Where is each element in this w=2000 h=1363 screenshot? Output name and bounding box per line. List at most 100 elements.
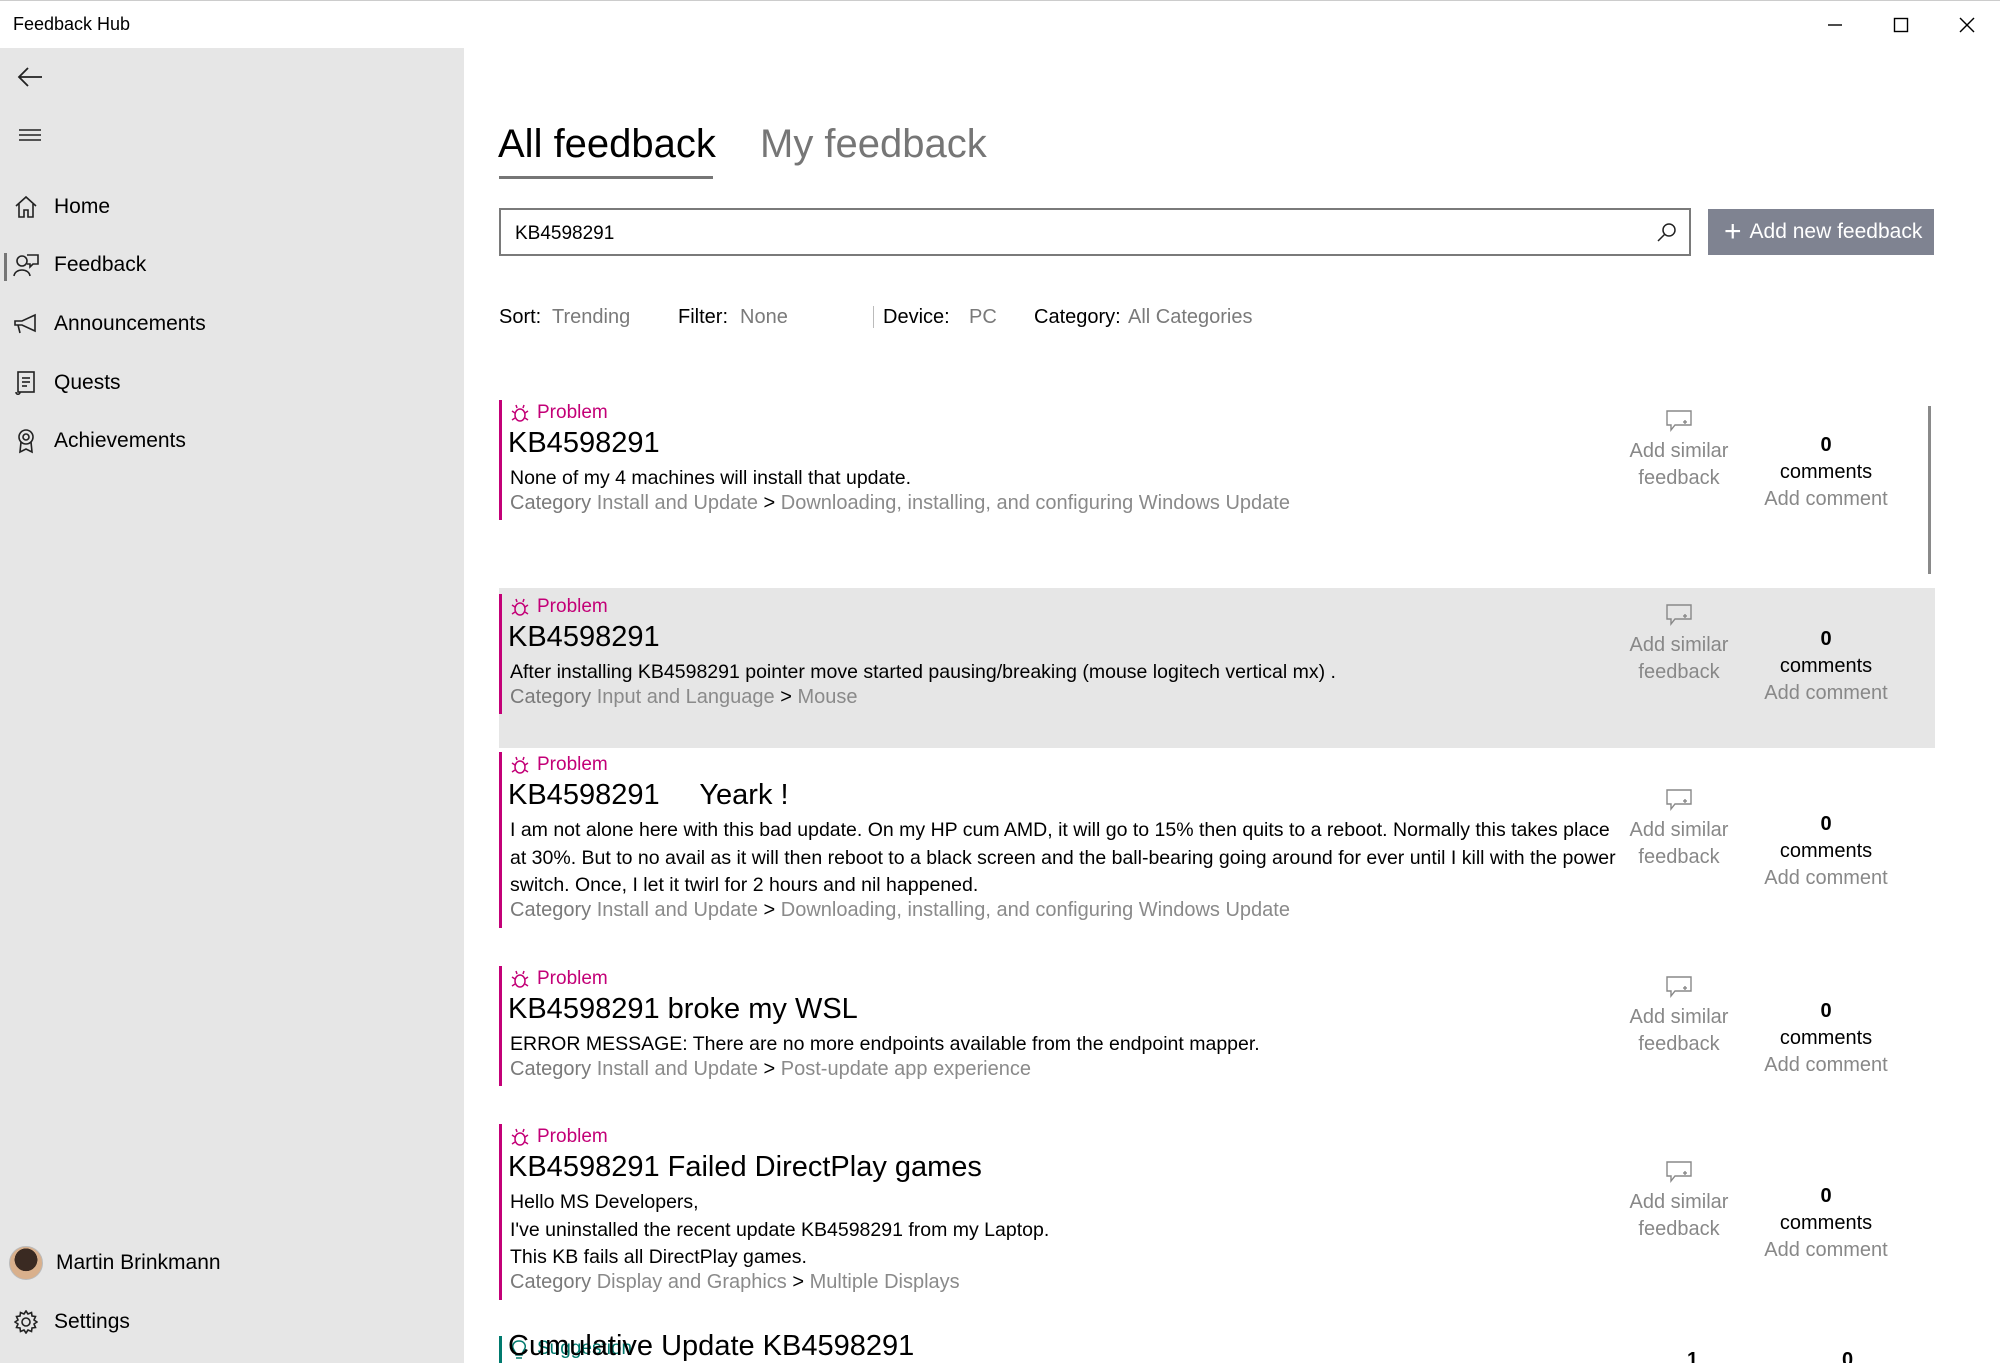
hamburger-icon <box>19 129 41 141</box>
comments-block: 0 comments Add comment <box>1756 998 1896 1079</box>
type-indicator-bar <box>499 966 502 1086</box>
hamburger-menu-button[interactable] <box>0 107 60 163</box>
feedback-type: Problem <box>537 1126 608 1147</box>
tab-all-feedback[interactable]: All feedback <box>498 122 716 167</box>
feedback-category: Category Install and Update > Post-updat… <box>510 1058 1031 1081</box>
category-label: Category: <box>1034 306 1121 328</box>
comment-plus-icon <box>1666 1161 1692 1183</box>
bug-icon <box>511 404 529 429</box>
feedback-item[interactable]: Problem KB4598291 Failed DirectPlay game… <box>499 1118 1935 1332</box>
category-label: Category <box>510 492 592 514</box>
sidebar: Home Feedback Announcements Quests Achie… <box>0 48 464 1363</box>
feedback-body-line: This KB fails all DirectPlay games. <box>510 1246 807 1268</box>
add-similar-feedback-button[interactable]: Add similar feedback <box>1609 789 1749 871</box>
category-link[interactable]: Display and Graphics <box>597 1271 787 1293</box>
category-dropdown[interactable]: All Categories <box>1128 306 1253 329</box>
category-link[interactable]: Install and Update <box>597 899 758 921</box>
comments-count: 0 <box>1820 1000 1832 1022</box>
add-comment-link[interactable]: Add comment <box>1756 1052 1896 1079</box>
type-indicator-bar <box>499 400 502 520</box>
category-link[interactable]: Input and Language <box>597 686 775 708</box>
add-similar-label: Add similar feedback <box>1629 1006 1729 1055</box>
add-comment-link[interactable]: Add comment <box>1756 680 1896 707</box>
feedback-category: Category Input and Language > Mouse <box>510 686 858 709</box>
comments-block: 0 comments Add comment <box>1756 1183 1896 1264</box>
category-label: Category <box>510 1271 592 1293</box>
subcategory-link[interactable]: Post-update app experience <box>781 1058 1031 1080</box>
comments-count: 0 <box>1842 1349 1854 1363</box>
sidebar-item-quests[interactable]: Quests <box>0 355 464 411</box>
add-similar-feedback-button[interactable]: Add similar feedback <box>1609 1161 1749 1243</box>
sort-label: Sort: <box>499 306 542 328</box>
maximize-button[interactable] <box>1868 1 1934 49</box>
add-comment-link[interactable]: Add comment <box>1756 1237 1896 1264</box>
add-new-feedback-button[interactable]: + Add new feedback <box>1708 209 1934 255</box>
category-label: Category <box>510 899 592 921</box>
category-link[interactable]: Install and Update <box>597 1058 758 1080</box>
sidebar-item-label: Quests <box>54 371 121 394</box>
add-comment-link[interactable]: Add comment <box>1756 865 1896 892</box>
maximize-icon <box>1893 17 1909 33</box>
add-new-feedback-label: Add new feedback <box>1749 220 1923 243</box>
user-profile[interactable]: Martin Brinkmann <box>0 1235 464 1291</box>
feedback-item[interactable]: Problem KB4598291 Yeark ! I am not alone… <box>499 746 1935 956</box>
feedback-icon <box>0 237 52 293</box>
feedback-title[interactable]: Cumulative Update KB4598291 <box>508 1330 914 1363</box>
sort-dropdown[interactable]: Trending <box>552 306 630 329</box>
close-button[interactable] <box>1934 1 2000 49</box>
sidebar-item-achievements[interactable]: Achievements <box>0 413 464 469</box>
add-similar-feedback-button[interactable]: Add similar feedback <box>1609 604 1749 686</box>
minimize-button[interactable] <box>1802 1 1868 49</box>
feedback-body-line: Hello MS Developers, <box>510 1191 699 1213</box>
add-similar-feedback-button[interactable]: Add similar feedback <box>1609 976 1749 1058</box>
feedback-type: Problem <box>537 968 608 989</box>
sidebar-item-label: Feedback <box>54 253 147 276</box>
search-box[interactable]: KB4598291 <box>499 208 1691 256</box>
feedback-item[interactable]: Problem KB4598291 None of my 4 machines … <box>499 394 1935 552</box>
feedback-title[interactable]: KB4598291 broke my WSL <box>508 993 858 1026</box>
feedback-title[interactable]: KB4598291 Yeark ! <box>508 779 789 812</box>
subcategory-link[interactable]: Downloading, installing, and configuring… <box>781 899 1290 921</box>
category-separator: > <box>763 492 776 514</box>
device-dropdown[interactable]: PC <box>969 306 997 329</box>
add-similar-feedback-button[interactable]: Add similar feedback <box>1609 410 1749 492</box>
upvote-count: 1 <box>1687 1349 1699 1363</box>
subcategory-link[interactable]: Multiple Displays <box>810 1271 960 1293</box>
back-button[interactable] <box>0 49 60 105</box>
add-similar-label: Add similar feedback <box>1629 819 1729 868</box>
sidebar-item-label: Home <box>54 195 111 218</box>
add-comment-link[interactable]: Add comment <box>1756 486 1896 513</box>
feedback-title[interactable]: KB4598291 <box>508 621 660 654</box>
megaphone-icon <box>0 296 52 352</box>
window-title: Feedback Hub <box>13 14 131 34</box>
medal-icon <box>0 413 52 469</box>
category-separator: > <box>792 1271 805 1293</box>
feedback-category: Category Install and Update > Downloadin… <box>510 899 1290 922</box>
scrollbar-thumb[interactable] <box>1928 406 1931 574</box>
sidebar-item-label: Achievements <box>54 429 186 452</box>
feedback-item[interactable]: Problem KB4598291 After installing KB459… <box>499 588 1935 748</box>
bug-icon <box>511 756 529 781</box>
search-icon[interactable] <box>1657 222 1677 247</box>
category-link[interactable]: Install and Update <box>597 492 758 514</box>
feedback-type: Problem <box>537 402 608 423</box>
feedback-title[interactable]: KB4598291 Failed DirectPlay games <box>508 1151 982 1184</box>
search-input[interactable]: KB4598291 <box>515 223 614 245</box>
feedback-category: Category Install and Update > Downloadin… <box>510 492 1290 515</box>
comments-count: 0 <box>1820 1185 1832 1207</box>
feedback-item[interactable]: Problem KB4598291 broke my WSL ERROR MES… <box>499 960 1935 1120</box>
tab-my-feedback[interactable]: My feedback <box>760 122 987 167</box>
sidebar-item-announcements[interactable]: Announcements <box>0 296 464 352</box>
sidebar-item-home[interactable]: Home <box>0 179 464 235</box>
add-similar-label: Add similar feedback <box>1629 1191 1729 1240</box>
sidebar-item-feedback[interactable]: Feedback <box>0 237 464 293</box>
subcategory-link[interactable]: Mouse <box>797 686 857 708</box>
category-label: Category <box>510 686 592 708</box>
bug-icon <box>511 1128 529 1153</box>
comment-plus-icon <box>1666 789 1692 811</box>
filter-dropdown[interactable]: None <box>740 306 788 329</box>
subcategory-link[interactable]: Downloading, installing, and configuring… <box>781 492 1290 514</box>
bug-icon <box>511 598 529 623</box>
feedback-title[interactable]: KB4598291 <box>508 427 660 460</box>
settings-button[interactable]: Settings <box>0 1294 464 1350</box>
